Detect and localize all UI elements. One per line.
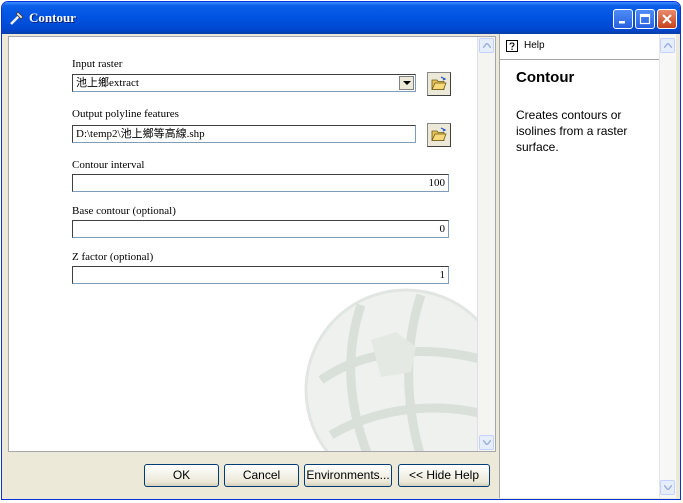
input-raster-dropdown-button[interactable] [399, 76, 414, 90]
help-scroll-up-button[interactable] [660, 38, 675, 53]
dropdown-arrow-icon [403, 81, 411, 85]
output-polyline-value: D:\temp2\池上鄉等高線.shp [76, 128, 205, 140]
close-icon [662, 14, 672, 24]
maximize-button[interactable] [635, 9, 655, 29]
contour-interval-input[interactable]: 100 [72, 174, 449, 192]
input-raster-label: Input raster [72, 58, 123, 70]
window-title: Contour [29, 10, 76, 25]
scroll-down-icon [664, 485, 672, 490]
output-polyline-label: Output polyline features [72, 108, 179, 120]
scroll-down-button[interactable] [479, 435, 494, 450]
help-scroll-down-button[interactable] [660, 480, 675, 495]
base-contour-label: Base contour (optional) [72, 205, 176, 217]
open-folder-icon [431, 127, 447, 141]
input-raster-combo[interactable]: 池上鄉extract [72, 74, 416, 92]
dialog-client: Input raster 池上鄉extract Output polyline … [6, 34, 677, 498]
title-bar[interactable]: Contour [2, 2, 680, 34]
minimize-button[interactable] [613, 9, 633, 29]
cancel-button[interactable]: Cancel [224, 464, 299, 487]
contour-interval-label: Contour interval [72, 159, 145, 171]
base-contour-input[interactable]: 0 [72, 220, 449, 238]
help-pane: Help Contour Creates contours or isoline… [499, 34, 676, 498]
output-polyline-input[interactable]: D:\temp2\池上鄉等高線.shp [72, 125, 416, 143]
input-raster-value: 池上鄉extract [76, 77, 139, 89]
help-tab-label: Help [524, 40, 545, 51]
help-scrollbar[interactable] [659, 34, 676, 498]
minimize-icon [619, 21, 625, 24]
z-factor-input[interactable]: 1 [72, 266, 449, 284]
z-factor-label: Z factor (optional) [72, 251, 154, 263]
tool-icon [10, 11, 24, 25]
help-tab[interactable]: Help [500, 34, 660, 60]
help-icon [506, 40, 518, 52]
parameters-scrollbar[interactable] [477, 37, 495, 451]
scroll-up-icon [483, 43, 491, 48]
contour-dialog: Contour Input raster 池上鄉extract Output p… [1, 1, 681, 500]
ok-button[interactable]: OK [144, 464, 219, 487]
open-folder-icon [431, 76, 447, 90]
help-description: Creates contours or isolines from a rast… [516, 108, 628, 154]
close-button[interactable] [657, 9, 677, 29]
parameters-pane: Input raster 池上鄉extract Output polyline … [8, 36, 496, 452]
maximize-icon [639, 13, 651, 25]
scroll-up-icon [664, 43, 672, 48]
output-polyline-browse-button[interactable] [427, 123, 451, 147]
scroll-down-icon [483, 440, 491, 445]
scroll-up-button[interactable] [479, 38, 494, 53]
help-title: Contour [516, 69, 575, 86]
hide-help-button[interactable]: << Hide Help [398, 464, 490, 487]
input-raster-browse-button[interactable] [427, 72, 451, 96]
environments-button[interactable]: Environments... [304, 464, 392, 487]
globe-watermark-icon [304, 288, 491, 451]
